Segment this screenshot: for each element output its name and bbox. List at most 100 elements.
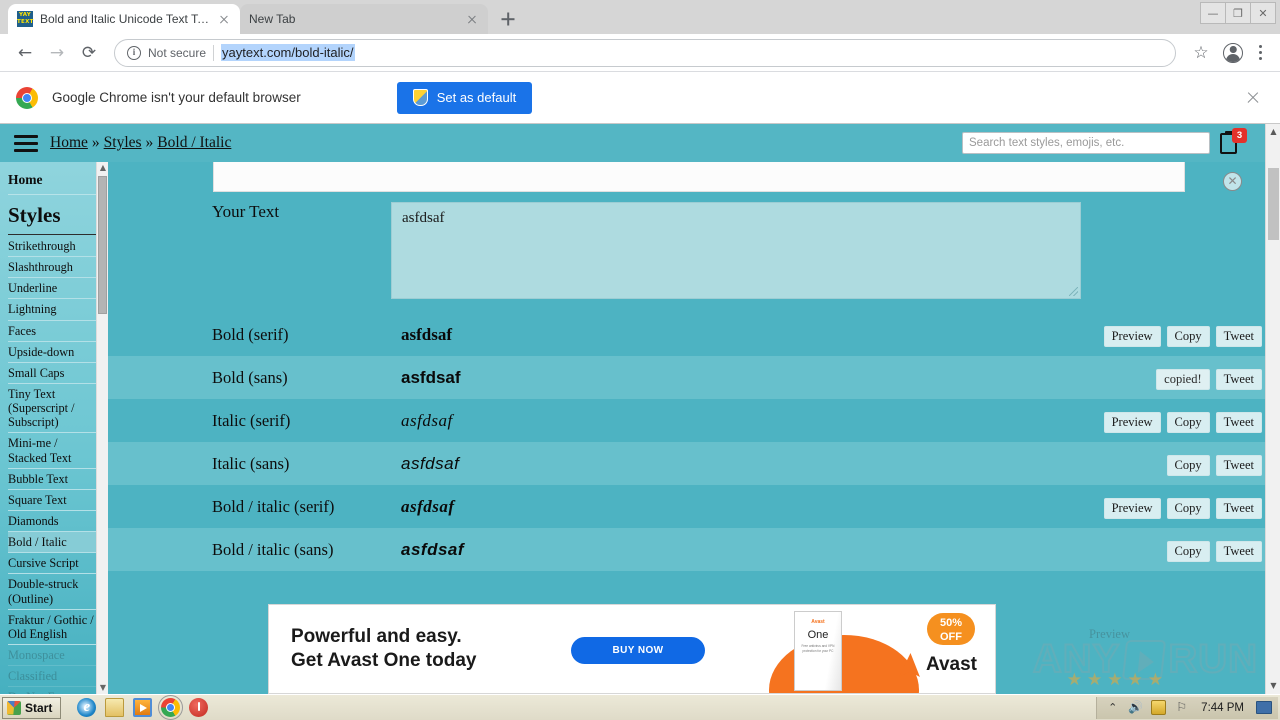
sidebar-item-upside-down[interactable]: Upside-down (8, 342, 100, 363)
style-row-name: Italic (serif) (212, 410, 291, 430)
clock[interactable]: 7:44 PM (1197, 702, 1248, 714)
sidebar-item-double-struck-outline[interactable]: Double-struck (Outline) (8, 574, 100, 610)
sidebar-item-lightning[interactable]: Lightning (8, 299, 100, 321)
browser-tab-active[interactable]: YAY TEXT Bold and Italic Unicode Text To… (8, 4, 240, 34)
set-as-default-label: Set as default (436, 90, 517, 105)
copy-button[interactable]: Copy (1166, 455, 1210, 476)
scroll-down-icon[interactable]: ▼ (1266, 678, 1280, 694)
preview-button[interactable]: Preview (1103, 498, 1161, 519)
preview-button[interactable]: Preview (1103, 412, 1161, 433)
tweet-button[interactable]: Tweet (1215, 412, 1262, 433)
sidebar-item-fraktur-gothic-old-english[interactable]: Fraktur / Gothic / Old English (8, 610, 100, 645)
windows-taskbar: Start ⌃ 🔊 ⚐ 7:44 PM (0, 694, 1280, 720)
show-hidden-icons-icon[interactable]: ⌃ (1105, 700, 1120, 715)
volume-icon[interactable]: 🔊 (1128, 700, 1143, 715)
tab-title: New Tab (249, 12, 296, 26)
close-infobar-icon[interactable] (1242, 87, 1264, 109)
avast-ad-banner[interactable]: Powerful and easy. Get Avast One today B… (268, 604, 996, 694)
ad-buy-now-button[interactable]: BUY NOW (571, 637, 705, 664)
sidebar-item-diamonds[interactable]: Diamonds (8, 511, 100, 533)
media-player-icon[interactable] (133, 698, 153, 717)
forward-icon[interactable]: → (42, 38, 72, 68)
close-icon[interactable] (216, 11, 232, 27)
address-bar[interactable]: i Not secure yaytext.com/bold-italic/ (114, 38, 1176, 67)
show-desktop-icon[interactable] (1256, 701, 1272, 714)
copy-button[interactable]: Copy (1166, 498, 1210, 519)
minimize-icon[interactable]: — (1200, 2, 1226, 24)
breadcrumb-item-styles[interactable]: Styles (104, 134, 142, 151)
clipboard-badge: 3 (1232, 128, 1247, 143)
style-row-actions: copied! Tweet (1156, 369, 1280, 390)
stop-recorder-icon[interactable] (189, 698, 209, 717)
set-as-default-button[interactable]: Set as default (396, 81, 533, 114)
close-icon[interactable] (464, 11, 480, 27)
sidebar-item-classified[interactable]: Classified (8, 666, 100, 688)
sidebar-item-strikethrough[interactable]: Strikethrough (8, 236, 100, 258)
preview-button[interactable]: Preview (1103, 326, 1161, 347)
chrome-menu-icon[interactable] (1250, 42, 1270, 64)
tweet-button[interactable]: Tweet (1215, 326, 1262, 347)
style-rows-list: Bold (serif) asfdsaf Preview Copy Tweet Bold … (108, 313, 1280, 571)
copy-button[interactable]: Copy (1166, 412, 1210, 433)
scrollbar-thumb[interactable] (98, 176, 107, 314)
tweet-button[interactable]: Tweet (1215, 369, 1262, 390)
network-security-icon[interactable] (1151, 700, 1167, 715)
copy-button[interactable]: Copy (1166, 541, 1210, 562)
reload-icon[interactable]: ⟳ (74, 38, 104, 68)
close-window-icon[interactable]: ✕ (1250, 2, 1276, 24)
scrollbar-thumb[interactable] (1268, 168, 1279, 240)
tweet-button[interactable]: Tweet (1215, 541, 1262, 562)
sidebar-item-underline[interactable]: Underline (8, 278, 100, 300)
sidebar-item-small-caps[interactable]: Small Caps (8, 363, 100, 384)
hamburger-menu-icon[interactable] (14, 134, 38, 152)
style-row: Bold / italic (serif) asfdsaf Preview Copy T… (108, 485, 1280, 528)
breadcrumb-item-bold-italic[interactable]: Bold / Italic (157, 134, 231, 151)
new-tab-button[interactable] (494, 5, 522, 33)
sidebar-item-do-not-enter[interactable]: Do Not Enter (8, 687, 100, 694)
restore-icon[interactable]: ❐ (1225, 2, 1251, 24)
chrome-icon[interactable] (158, 695, 184, 720)
file-explorer-icon[interactable] (105, 698, 125, 717)
sidebar-item-tiny-text-superscript-subscript[interactable]: Tiny Text (Superscript / Subscript) (8, 384, 100, 434)
start-label: Start (25, 700, 53, 715)
profile-avatar[interactable] (1218, 38, 1248, 68)
clipboard-button[interactable]: 3 (1220, 128, 1247, 155)
style-row-name: Bold / italic (sans) (212, 539, 334, 559)
divider (213, 44, 215, 61)
ad-discount-percent: 50% (939, 617, 963, 629)
start-button[interactable]: Start (2, 696, 62, 719)
security-label: Not secure (148, 45, 207, 60)
sidebar-item-monospace[interactable]: Monospace (8, 645, 100, 667)
sidebar-item-home[interactable]: Home (8, 170, 100, 195)
tweet-button[interactable]: Tweet (1215, 498, 1262, 519)
info-icon[interactable]: i (127, 45, 141, 60)
ad-close-icon[interactable]: ✕ (1223, 172, 1242, 191)
back-icon[interactable]: ← (10, 38, 40, 68)
search-input[interactable]: Search text styles, emojis, etc. (962, 132, 1210, 154)
scroll-up-icon[interactable]: ▲ (1266, 124, 1280, 140)
breadcrumb-item-home[interactable]: Home (50, 134, 88, 151)
sidebar-item-cursive-script[interactable]: Cursive Script (8, 553, 100, 575)
sidebar-scrollbar[interactable]: ▲ ▼ (96, 162, 109, 694)
sidebar-item-square-text[interactable]: Square Text (8, 490, 100, 511)
sidebar-item-slashthrough[interactable]: Slashthrough (8, 257, 100, 279)
tweet-button[interactable]: Tweet (1215, 455, 1262, 476)
breadcrumb: Home» Styles» Bold / Italic (50, 134, 231, 152)
sidebar-item-bold-italic[interactable]: Bold / Italic (8, 532, 100, 554)
sidebar-item-faces[interactable]: Faces (8, 321, 100, 342)
page-body: Home Styles Strikethrough Slashthrough Und… (0, 162, 1280, 694)
browser-tab-newtab[interactable]: New Tab (240, 4, 488, 34)
copy-button[interactable]: Copy (1166, 326, 1210, 347)
sidebar-item-bubble-text[interactable]: Bubble Text (8, 469, 100, 490)
bookmark-star-icon[interactable]: ☆ (1186, 38, 1216, 68)
url-text[interactable]: yaytext.com/bold-italic/ (221, 44, 355, 61)
style-row-sample: asfdsaf (401, 539, 465, 559)
sidebar-item-mini-me-stacked-text[interactable]: Mini-me / Stacked Text (8, 433, 100, 469)
your-text-input[interactable]: asfdsaf (391, 202, 1081, 299)
internet-explorer-icon[interactable] (77, 698, 97, 717)
style-row-actions: Copy Tweet (1166, 455, 1280, 476)
ad-brand: Avast (898, 653, 977, 677)
page-scrollbar[interactable]: ▲ ▼ (1265, 124, 1280, 694)
action-flag-icon[interactable]: ⚐ (1174, 700, 1189, 715)
style-row: Italic (sans) asfdsaf Copy Tweet (108, 442, 1280, 485)
